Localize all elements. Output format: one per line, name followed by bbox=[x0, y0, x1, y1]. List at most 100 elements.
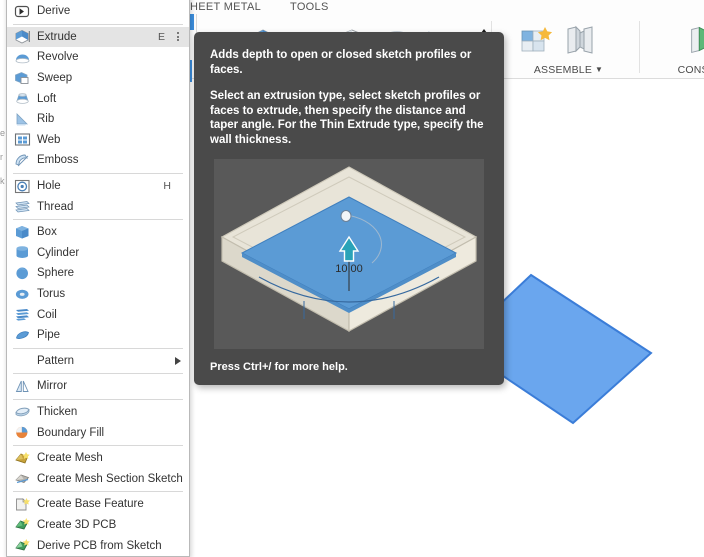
menu-item-pipe[interactable]: Pipe bbox=[7, 325, 189, 346]
menu-separator bbox=[13, 444, 183, 446]
mesh-section-sketch-icon bbox=[13, 471, 31, 487]
derive-icon bbox=[13, 3, 31, 19]
menu-separator bbox=[13, 373, 183, 375]
menu-item-boundary-fill[interactable]: Boundary Fill bbox=[7, 422, 189, 443]
sweep-icon bbox=[13, 70, 31, 86]
torus-icon bbox=[13, 286, 31, 302]
create-feature-menu[interactable]: Create FormDeriveExtrudeERevolveSweepLof… bbox=[6, 0, 190, 557]
offset-plane-button[interactable] bbox=[684, 20, 704, 60]
menu-item-hole[interactable]: Hole H bbox=[7, 176, 189, 197]
taper-handle bbox=[340, 210, 352, 222]
new-component-icon bbox=[521, 27, 553, 52]
menu-item-label: Web bbox=[37, 133, 61, 146]
menu-item-derive-pcb-from-sketch[interactable]: Derive PCB from Sketch bbox=[7, 535, 189, 556]
ghost-browser-text-3: k bbox=[0, 176, 5, 186]
menu-item-label: Revolve bbox=[37, 51, 79, 64]
menu-item-sphere[interactable]: Sphere bbox=[7, 263, 189, 284]
sweep-icon bbox=[14, 71, 28, 84]
menu-item-label: Derive PCB from Sketch bbox=[37, 539, 162, 552]
tooltip-footer: Press Ctrl+/ for more help. bbox=[210, 361, 348, 373]
extrude-icon bbox=[13, 29, 31, 45]
menu-item-thicken[interactable]: Thicken bbox=[7, 402, 189, 423]
menu-item-derive[interactable]: Derive bbox=[7, 1, 189, 22]
base-feature-icon bbox=[15, 497, 30, 511]
app-canvas: HEET METAL TOOLS ASSEMBLE ▼ CON e r k De… bbox=[0, 0, 704, 557]
assemble-label-text: ASSEMBLE bbox=[533, 64, 593, 76]
menu-item-create-mesh[interactable]: Create Mesh bbox=[7, 448, 189, 469]
menu-item-thread[interactable]: Thread bbox=[7, 196, 189, 217]
thread-icon bbox=[14, 201, 30, 213]
construct-label-text: CONSTRUCT bbox=[677, 64, 704, 76]
construct-group-label[interactable]: CONSTRUCT▼ bbox=[642, 64, 704, 76]
derive-icon bbox=[14, 5, 29, 17]
menu-item-label: Create Mesh bbox=[37, 452, 103, 465]
chevron-down-icon: ▼ bbox=[595, 65, 604, 74]
menu-item-label: Create Base Feature bbox=[37, 498, 144, 511]
menu-item-loft[interactable]: Loft bbox=[7, 88, 189, 109]
submenu-arrow-icon bbox=[175, 356, 181, 365]
thicken-icon bbox=[14, 408, 30, 417]
thicken-icon bbox=[13, 404, 31, 420]
menu-item-sweep[interactable]: Sweep bbox=[7, 68, 189, 89]
menu-item-pattern[interactable]: Pattern bbox=[7, 351, 189, 372]
assemble-group-label[interactable]: ASSEMBLE ▼ bbox=[496, 64, 641, 76]
menu-item-create-3d-pcb[interactable]: Create 3D PCB bbox=[7, 515, 189, 536]
menu-item-label: Loft bbox=[37, 92, 57, 105]
menu-separator bbox=[13, 23, 183, 25]
boundary-fill-icon bbox=[13, 425, 31, 441]
menu-item-mirror[interactable]: Mirror bbox=[7, 376, 189, 397]
construct-group[interactable]: CONSTRUCT▼ bbox=[642, 17, 704, 78]
sphere-icon bbox=[15, 267, 28, 280]
menu-item-revolve[interactable]: Revolve bbox=[7, 47, 189, 68]
loft-icon bbox=[13, 91, 31, 107]
new-component-button[interactable] bbox=[514, 20, 558, 60]
tab-sheet-metal[interactable]: HEET METAL bbox=[190, 1, 261, 13]
create-mesh-icon bbox=[13, 450, 31, 466]
create-mesh-icon bbox=[14, 451, 30, 464]
pipe-icon bbox=[13, 327, 31, 343]
menu-item-box[interactable]: Box bbox=[7, 222, 189, 243]
group-separator bbox=[639, 21, 640, 73]
ghost-browser-text-2: r bbox=[0, 152, 3, 162]
menu-item-shortcut: E bbox=[157, 30, 165, 43]
menu-item-rib[interactable]: Rib bbox=[7, 109, 189, 130]
create-3d-pcb-icon bbox=[13, 517, 31, 533]
menu-item-label: Mirror bbox=[37, 380, 68, 393]
create-3d-pcb-icon bbox=[14, 518, 30, 530]
tooltip-paragraph-2: Select an extrusion type, select sketch … bbox=[210, 90, 484, 146]
menu-item-label: Rib bbox=[37, 113, 55, 126]
menu-separator bbox=[13, 347, 183, 349]
ghost-browser-text: e bbox=[0, 128, 6, 138]
menu-item-torus[interactable]: Torus bbox=[7, 284, 189, 305]
overflow-menu-icon[interactable] bbox=[175, 31, 181, 43]
menu-item-create-base-feature[interactable]: Create Base Feature bbox=[7, 494, 189, 515]
emboss-icon bbox=[13, 152, 31, 168]
menu-item-web[interactable]: Web bbox=[7, 130, 189, 151]
menu-item-label: Pipe bbox=[37, 329, 61, 342]
menu-item-cylinder[interactable]: Cylinder bbox=[7, 243, 189, 264]
thread-icon bbox=[13, 199, 31, 215]
joint-button[interactable] bbox=[558, 20, 602, 60]
menu-item-coil[interactable]: Coil bbox=[7, 304, 189, 325]
mesh-section-sketch-icon bbox=[14, 474, 29, 484]
menu-item-create-mesh-section-sketch[interactable]: Create Mesh Section Sketch bbox=[7, 468, 189, 489]
torus-icon bbox=[15, 289, 28, 299]
assemble-group[interactable]: ASSEMBLE ▼ bbox=[496, 17, 641, 78]
boundary-fill-icon bbox=[15, 426, 27, 439]
menu-separator bbox=[13, 491, 183, 493]
menu-item-emboss[interactable]: Emboss bbox=[7, 150, 189, 171]
revolve-icon bbox=[13, 49, 31, 65]
menu-item-label: Cylinder bbox=[37, 246, 80, 259]
menu-item-extrude[interactable]: Extrude E bbox=[7, 26, 189, 48]
menu-item-label: Hole bbox=[37, 180, 61, 193]
menu-item-label: Coil bbox=[37, 308, 57, 321]
hole-icon bbox=[13, 178, 31, 194]
box-icon bbox=[15, 225, 28, 239]
box-icon bbox=[13, 224, 31, 240]
menu-separator bbox=[13, 218, 183, 220]
menu-item-label: Emboss bbox=[37, 154, 79, 167]
hole-icon bbox=[14, 179, 30, 193]
menu-item-label: Create 3D PCB bbox=[37, 518, 117, 531]
tab-tools[interactable]: TOOLS bbox=[290, 1, 329, 13]
emboss-icon bbox=[15, 154, 28, 167]
